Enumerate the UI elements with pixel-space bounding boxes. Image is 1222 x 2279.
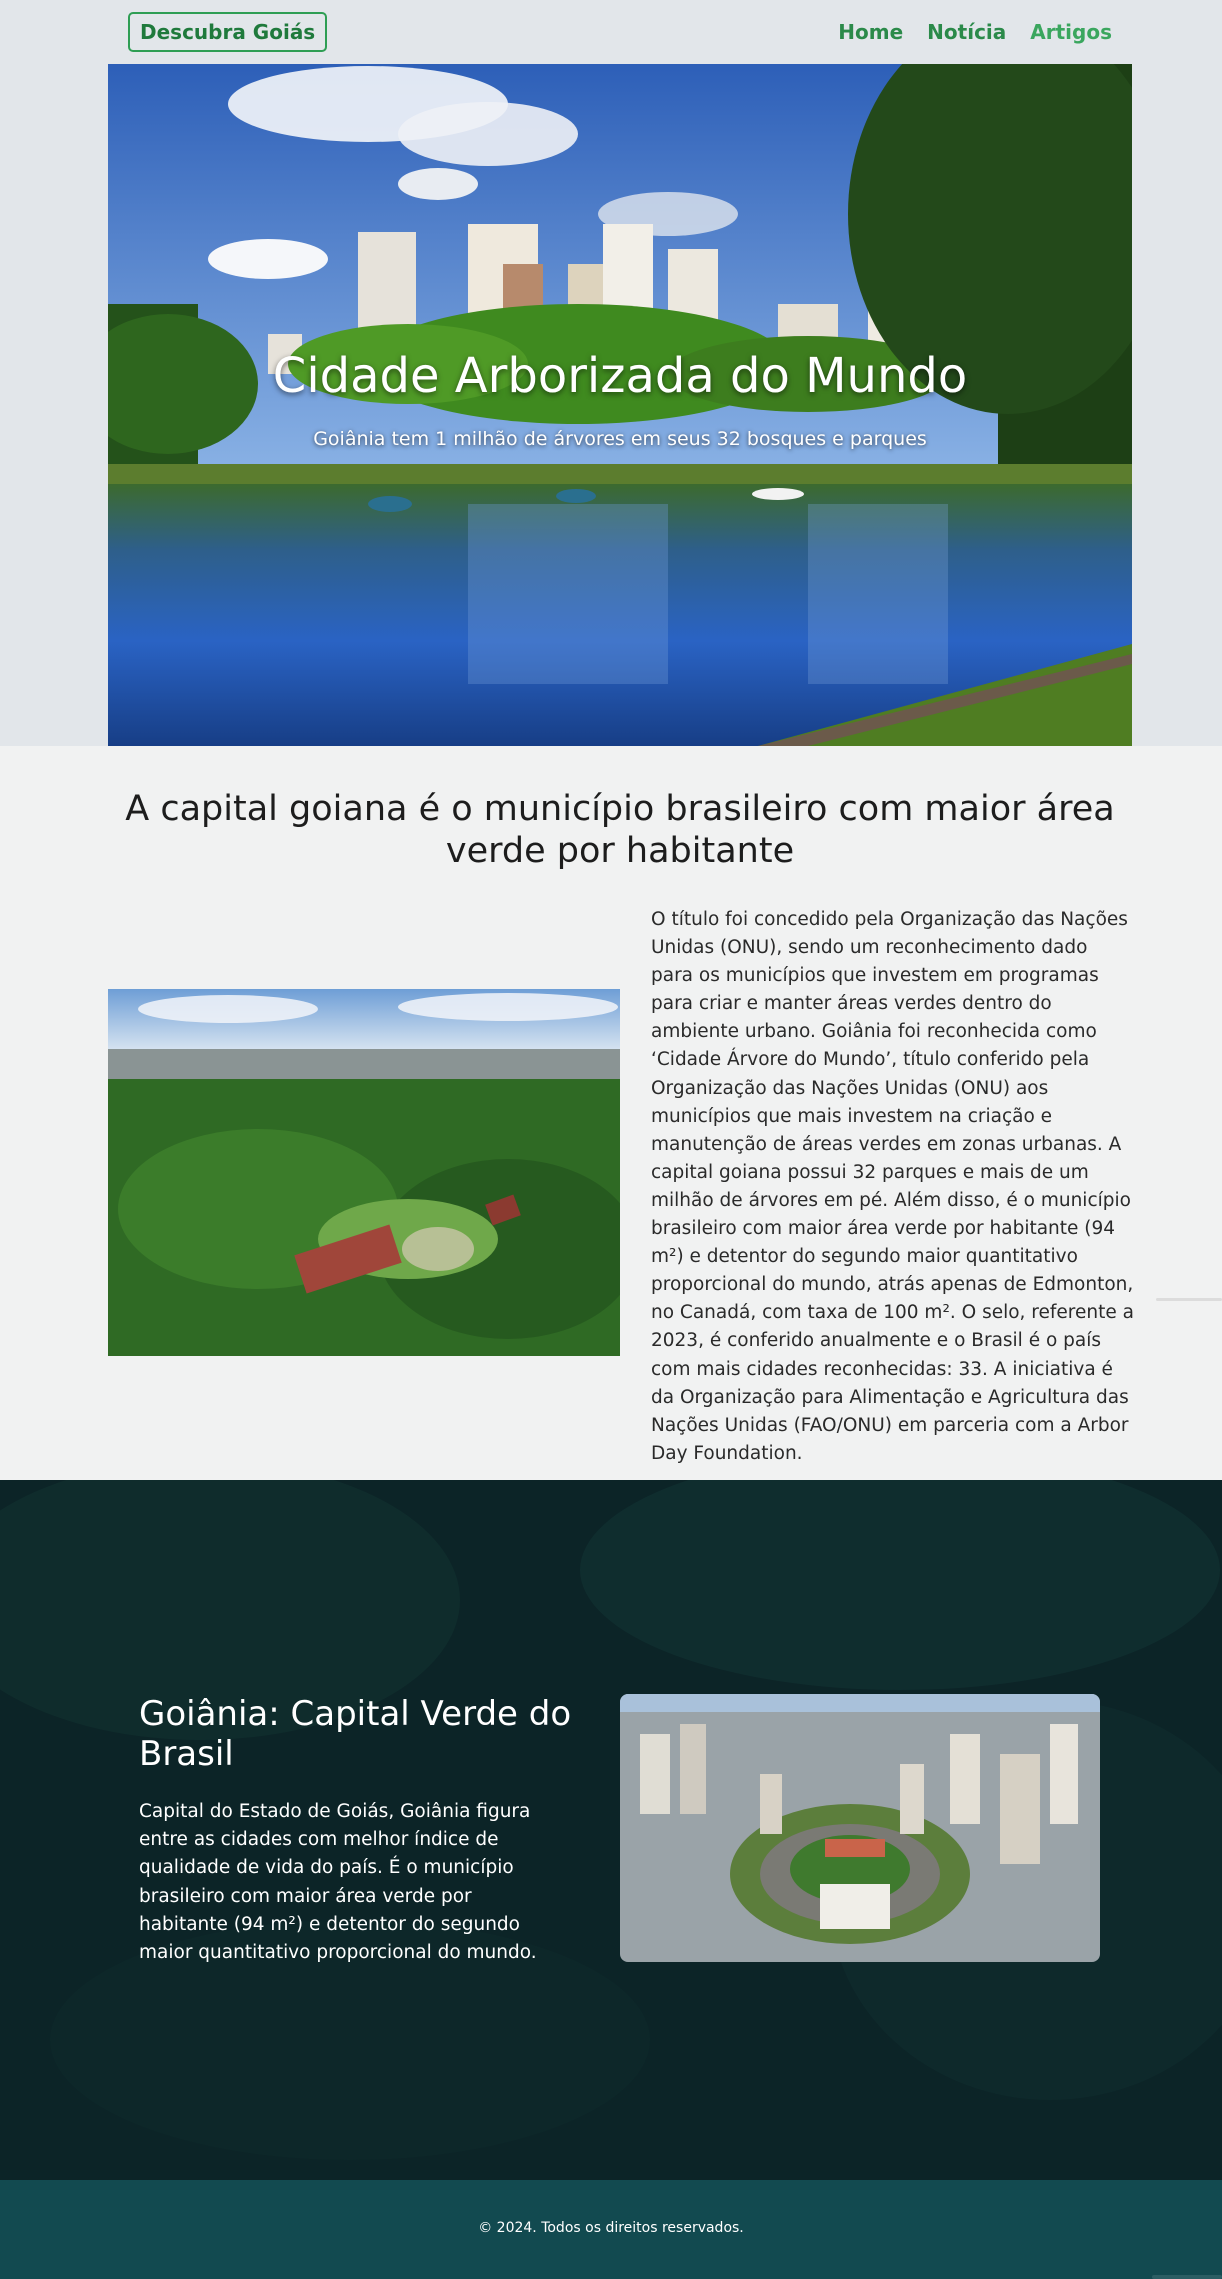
hero-lake-park-image — [108, 64, 1132, 746]
footer: © 2024. Todos os direitos reservados. — [0, 2180, 1222, 2279]
article-section: A capital goiana é o município brasileir… — [0, 746, 1222, 1480]
hero-subtitle: Goiânia tem 1 milhão de árvores em seus … — [313, 428, 927, 450]
scroll-indicator — [1152, 2275, 1222, 2279]
brand-logo-button[interactable]: Descubra Goiás — [128, 12, 328, 52]
article-body: O título foi concedido pela Organização … — [651, 909, 1134, 1464]
aerial-park-photo — [108, 989, 620, 1356]
nav-links: Home Notícia Artigos — [838, 16, 1112, 48]
aerial-park-image — [108, 989, 620, 1356]
nav-link-noticia[interactable]: Notícia — [927, 16, 1006, 48]
nav-link-home[interactable]: Home — [838, 16, 903, 48]
article-heading: A capital goiana é o município brasileir… — [125, 789, 1115, 871]
feature-heading: Goiânia: Capital Verde do Brasil — [139, 1694, 572, 1774]
feature-section: Goiânia: Capital Verde do Brasil Capital… — [0, 1480, 1222, 2180]
hero-title: Cidade Arborizada do Mundo — [272, 348, 968, 404]
nav-link-artigos[interactable]: Artigos — [1030, 16, 1112, 48]
edge-divider — [1156, 1298, 1222, 1301]
city-aerial-image — [620, 1694, 1100, 1962]
navbar: Descubra Goiás Home Notícia Artigos — [0, 0, 1222, 64]
city-aerial-photo — [620, 1694, 1100, 1962]
feature-body: Capital do Estado de Goiás, Goiânia figu… — [139, 1801, 537, 1964]
footer-copyright: © 2024. Todos os direitos reservados. — [478, 2220, 744, 2236]
hero-banner: Cidade Arborizada do Mundo Goiânia tem 1… — [108, 64, 1132, 746]
